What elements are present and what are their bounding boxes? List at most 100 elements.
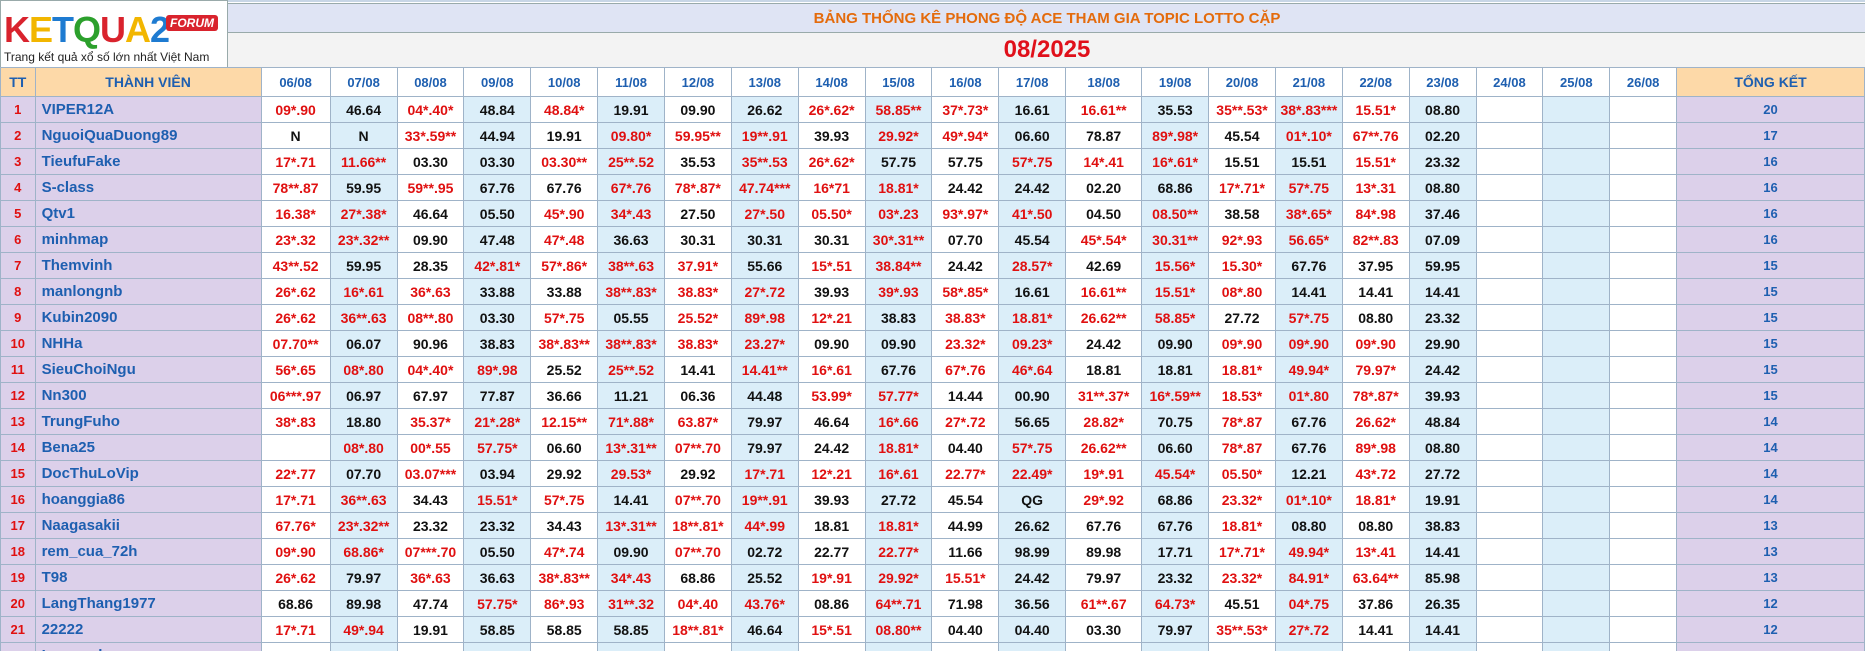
- result-cell: 26*.62*: [797, 96, 866, 123]
- result-cell: [1475, 538, 1544, 565]
- result-cell: 00.90: [998, 382, 1067, 409]
- result-cell: 08.80: [1341, 304, 1410, 331]
- result-cell: 06.60: [998, 122, 1067, 149]
- result-cell: 02.20: [1065, 174, 1143, 201]
- result-cell: 26.62*: [1341, 408, 1410, 435]
- result-cell: 17*.71*: [1208, 538, 1276, 565]
- result-cell: 15.51*: [1341, 96, 1410, 123]
- result-cell: 26*.62: [260, 564, 331, 591]
- result-cell: 38.58: [1208, 200, 1276, 227]
- member-name: NguoiQuaDuong89: [34, 122, 262, 149]
- result-cell: 03.30: [396, 148, 465, 175]
- result-cell: 06.97: [329, 382, 398, 409]
- table-row: 13 TrungFuho 38*.83 18.80 35.37* 21*.28* 12.15…: [0, 408, 1865, 435]
- result-cell: 43*.72: [1341, 460, 1410, 487]
- result-cell: [1475, 252, 1544, 279]
- result-cell: [1609, 96, 1678, 123]
- result-cell: 29.53*: [597, 460, 665, 487]
- result-cell: [1542, 200, 1611, 227]
- result-cell: 35.53: [663, 148, 732, 175]
- result-cell: 06***.97: [260, 382, 331, 409]
- row-number: 19: [0, 564, 36, 591]
- row-number: 20: [0, 590, 36, 617]
- result-cell: 67.76: [1274, 408, 1343, 435]
- result-cell: 01*.80: [1274, 382, 1343, 409]
- result-cell: [1542, 434, 1611, 461]
- result-cell: [1609, 642, 1678, 651]
- result-cell: 45.54: [931, 486, 1000, 513]
- result-cell: 17*.71: [260, 148, 331, 175]
- result-cell: 58.85: [597, 616, 665, 643]
- total-score: 14: [1676, 460, 1865, 487]
- member-name: TrungFuho: [34, 408, 262, 435]
- member-name: Nn300: [34, 382, 262, 409]
- row-number: 12: [0, 382, 36, 409]
- result-cell: [1542, 330, 1611, 357]
- result-cell: 04*.40*: [396, 356, 465, 383]
- result-cell: 25.52: [530, 356, 599, 383]
- result-cell: [1609, 148, 1678, 175]
- total-score: 17: [1676, 122, 1865, 149]
- result-cell: 07**.70: [663, 434, 732, 461]
- result-cell: [1475, 512, 1544, 539]
- result-cell: 67*.76: [931, 356, 1000, 383]
- result-cell: [1475, 148, 1544, 175]
- result-cell: 04.40: [931, 616, 1000, 643]
- header-date: 10/08: [530, 67, 599, 97]
- header-date: 16/08: [931, 67, 1000, 97]
- result-cell: [1609, 512, 1678, 539]
- result-cell: 14.41: [1408, 616, 1477, 643]
- result-cell: [1609, 434, 1678, 461]
- result-cell: 79.97*: [1341, 356, 1410, 383]
- result-cell: 29.90: [1408, 330, 1477, 357]
- result-cell: 35.53: [260, 642, 331, 651]
- result-cell: 23.32*: [1208, 564, 1276, 591]
- result-cell: 14*.41: [1065, 148, 1143, 175]
- result-cell: 01.10: [396, 642, 465, 651]
- table-row: 16 hoanggia86 17*.71 36**.63 34.43 15.51* 57*.…: [0, 486, 1865, 513]
- result-cell: [1475, 200, 1544, 227]
- result-cell: QG: [998, 486, 1067, 513]
- logo-letter: U: [100, 9, 126, 50]
- result-cell: 22.77*: [864, 538, 933, 565]
- result-cell: 36.63: [663, 642, 732, 651]
- result-cell: 34*.43: [597, 564, 665, 591]
- result-cell: 34*.43: [597, 200, 665, 227]
- result-cell: [1542, 252, 1611, 279]
- result-cell: 67**.76: [1341, 122, 1410, 149]
- result-cell: 17.71: [1141, 538, 1210, 565]
- result-cell: 79.97: [329, 564, 398, 591]
- result-cell: 04*.40: [663, 590, 732, 617]
- result-cell: 14.41: [1274, 278, 1343, 305]
- result-cell: [1475, 304, 1544, 331]
- result-cell: 23.32: [1141, 564, 1210, 591]
- result-cell: 79.97: [730, 408, 799, 435]
- result-cell: 25.52: [730, 564, 799, 591]
- result-cell: 82**.83: [1341, 226, 1410, 253]
- result-cell: [1609, 486, 1678, 513]
- result-cell: 34.43: [396, 486, 465, 513]
- result-cell: 28.57*: [998, 252, 1067, 279]
- result-cell: 17*.71: [260, 486, 331, 513]
- result-cell: 36.63: [597, 226, 665, 253]
- result-cell: 26.62: [998, 512, 1067, 539]
- result-cell: 07**.70: [663, 486, 732, 513]
- site-logo[interactable]: KETQUA2 FORUM Trang kết quả xổ số lớn nh…: [0, 0, 228, 69]
- result-cell: 59.95: [1408, 252, 1477, 279]
- header-date: 20/08: [1208, 67, 1276, 97]
- result-cell: 36**.63: [329, 486, 398, 513]
- result-cell: 29*.92: [1065, 486, 1143, 513]
- result-cell: 68.86: [1141, 486, 1210, 513]
- result-cell: 22*.77: [260, 460, 331, 487]
- result-cell: 24.42: [1065, 330, 1143, 357]
- result-cell: 07***.70: [396, 538, 465, 565]
- result-cell: 68.86: [663, 564, 732, 591]
- result-cell: 08*.80: [1208, 278, 1276, 305]
- result-cell: 13*.31**: [597, 512, 665, 539]
- result-cell: 04*.40*: [396, 96, 465, 123]
- result-cell: 07.70: [329, 460, 398, 487]
- result-cell: 16*.66: [864, 408, 933, 435]
- member-name: Naagasakii: [34, 512, 262, 539]
- result-cell: 03.30**: [530, 642, 599, 651]
- result-cell: [1475, 590, 1544, 617]
